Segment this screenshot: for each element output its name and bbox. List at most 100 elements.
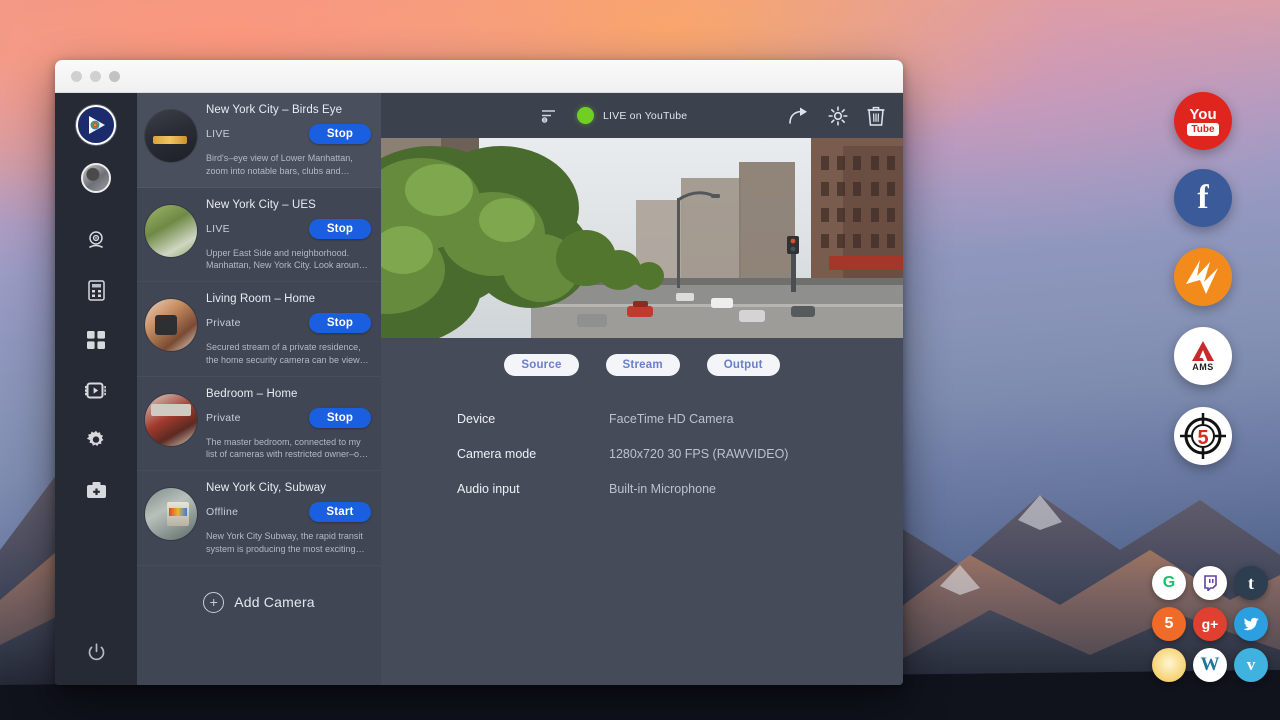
tab-output[interactable]: Output bbox=[707, 354, 780, 376]
detail-row-device: Device FaceTime HD Camera bbox=[457, 412, 903, 426]
camera-list-item[interactable]: New York City, Subway Offline Start New … bbox=[137, 471, 381, 566]
camera-status: LIVE bbox=[206, 223, 230, 235]
desktop-badge-youtube[interactable]: You Tube bbox=[1174, 92, 1232, 150]
camera-start-button[interactable]: Start bbox=[309, 502, 371, 522]
detail-value: Built-in Microphone bbox=[609, 482, 716, 496]
share-button[interactable] bbox=[788, 106, 809, 125]
tray-icon-wordpress[interactable]: W bbox=[1193, 648, 1227, 682]
wowza-bolt-icon bbox=[1180, 254, 1226, 300]
add-camera-label: Add Camera bbox=[234, 594, 315, 610]
source-details: Device FaceTime HD Camera Camera mode 12… bbox=[381, 376, 903, 517]
camera-title: New York City, Subway bbox=[206, 482, 371, 494]
twitch-icon bbox=[1202, 575, 1218, 591]
app-logo[interactable] bbox=[76, 105, 116, 145]
app-window: New York City – Birds Eye LIVE Stop Bird… bbox=[55, 60, 903, 685]
add-camera-button[interactable]: + Add Camera bbox=[137, 566, 381, 613]
share-arrow-icon bbox=[788, 106, 809, 125]
filter-icon bbox=[540, 107, 558, 125]
adobe-a-icon bbox=[1190, 340, 1216, 362]
play-logo-icon bbox=[85, 114, 107, 136]
tray-icon-twitch[interactable] bbox=[1193, 566, 1227, 600]
desktop-badge-wowza[interactable] bbox=[1174, 248, 1232, 306]
sidebar-item-power[interactable] bbox=[79, 635, 113, 669]
twitter-bird-icon bbox=[1243, 617, 1260, 632]
desktop-badge-facebook[interactable]: f bbox=[1174, 169, 1232, 227]
detail-label: Device bbox=[457, 412, 609, 426]
camera-status: LIVE bbox=[206, 128, 230, 140]
window-zoom-button[interactable] bbox=[109, 71, 120, 82]
sidebar-item-dashboard[interactable] bbox=[79, 323, 113, 357]
live-status-label: LIVE on YouTube bbox=[603, 110, 687, 122]
svg-text:5: 5 bbox=[1197, 427, 1208, 449]
camera-title: Bedroom – Home bbox=[206, 388, 371, 400]
camera-stop-button[interactable]: Stop bbox=[309, 408, 371, 428]
target-icon: 5 bbox=[1177, 410, 1229, 462]
camera-thumbnail bbox=[145, 299, 197, 351]
video-player-icon bbox=[85, 382, 107, 399]
video-scene bbox=[381, 138, 903, 338]
trash-icon bbox=[867, 106, 885, 126]
window-titlebar bbox=[55, 60, 903, 93]
tray-icon-tumblr[interactable]: t bbox=[1234, 566, 1268, 600]
gear-icon bbox=[86, 430, 106, 450]
tray-icon-grammarly[interactable]: G bbox=[1152, 566, 1186, 600]
sidebar-rail bbox=[55, 93, 137, 685]
camera-list-item[interactable]: Bedroom – Home Private Stop The master b… bbox=[137, 377, 381, 472]
facebook-f-glyph: f bbox=[1197, 179, 1208, 217]
camera-description: The master bedroom, connected to my list… bbox=[206, 436, 371, 462]
youtube-tube-text: Tube bbox=[1187, 123, 1218, 136]
sidebar-item-settings[interactable] bbox=[79, 423, 113, 457]
live-indicator-dot bbox=[577, 107, 594, 124]
camera-description: Secured stream of a private residence, t… bbox=[206, 341, 371, 367]
tray-icon-vimeo[interactable]: v bbox=[1234, 648, 1268, 682]
tray-icon-five[interactable]: 5 bbox=[1152, 607, 1186, 641]
camera-title: New York City – Birds Eye bbox=[206, 104, 371, 116]
detail-value: FaceTime HD Camera bbox=[609, 412, 734, 426]
tab-source[interactable]: Source bbox=[504, 354, 578, 376]
camera-thumbnail bbox=[145, 394, 197, 446]
detail-tabs[interactable]: Source Stream Output bbox=[381, 338, 903, 376]
tray-icon-google-plus[interactable]: g+ bbox=[1193, 607, 1227, 641]
tray-icon-sun[interactable] bbox=[1152, 648, 1186, 682]
webcam-icon bbox=[86, 230, 106, 250]
camera-stop-button[interactable]: Stop bbox=[309, 219, 371, 239]
camera-status: Private bbox=[206, 412, 241, 424]
tab-stream[interactable]: Stream bbox=[606, 354, 680, 376]
grid-icon bbox=[86, 330, 106, 350]
camera-list-item[interactable]: Living Room – Home Private Stop Secured … bbox=[137, 282, 381, 377]
camera-list[interactable]: New York City – Birds Eye LIVE Stop Bird… bbox=[137, 93, 381, 685]
detail-value: 1280x720 30 FPS (RAWVIDEO) bbox=[609, 447, 788, 461]
filter-button[interactable] bbox=[521, 107, 577, 125]
camera-status: Offline bbox=[206, 506, 238, 518]
video-preview[interactable] bbox=[381, 138, 903, 338]
settings-button[interactable] bbox=[828, 106, 848, 126]
camera-thumbnail bbox=[145, 205, 197, 257]
sidebar-item-cameras[interactable] bbox=[79, 223, 113, 257]
camera-list-item[interactable]: New York City – UES LIVE Stop Upper East… bbox=[137, 188, 381, 283]
tray-icon-twitter[interactable] bbox=[1234, 607, 1268, 641]
desktop-badge-target-five[interactable]: 5 bbox=[1174, 407, 1232, 465]
detail-label: Audio input bbox=[457, 482, 609, 496]
plus-circle-icon: + bbox=[203, 592, 224, 613]
sidebar-item-add-media[interactable] bbox=[79, 473, 113, 507]
camera-list-item[interactable]: New York City – Birds Eye LIVE Stop Bird… bbox=[137, 93, 381, 188]
sidebar-item-logs[interactable] bbox=[79, 273, 113, 307]
main-pane: LIVE on YouTube bbox=[381, 93, 903, 685]
camera-title: New York City – UES bbox=[206, 199, 371, 211]
window-minimize-button[interactable] bbox=[90, 71, 101, 82]
youtube-you-text: You bbox=[1189, 107, 1216, 122]
document-icon bbox=[88, 280, 105, 301]
desktop-badge-adobe-ams[interactable]: AMS bbox=[1174, 327, 1232, 385]
user-avatar[interactable] bbox=[81, 163, 111, 193]
detail-label: Camera mode bbox=[457, 447, 609, 461]
camera-description: Bird's–eye view of Lower Manhattan, zoom… bbox=[206, 152, 371, 178]
camera-stop-button[interactable]: Stop bbox=[309, 313, 371, 333]
camera-thumbnail bbox=[145, 110, 197, 162]
sidebar-item-player[interactable] bbox=[79, 373, 113, 407]
camera-stop-button[interactable]: Stop bbox=[309, 124, 371, 144]
camera-status: Private bbox=[206, 317, 241, 329]
delete-button[interactable] bbox=[867, 106, 885, 126]
main-toolbar: LIVE on YouTube bbox=[381, 93, 903, 138]
app-body: New York City – Birds Eye LIVE Stop Bird… bbox=[55, 93, 903, 685]
window-close-button[interactable] bbox=[71, 71, 82, 82]
